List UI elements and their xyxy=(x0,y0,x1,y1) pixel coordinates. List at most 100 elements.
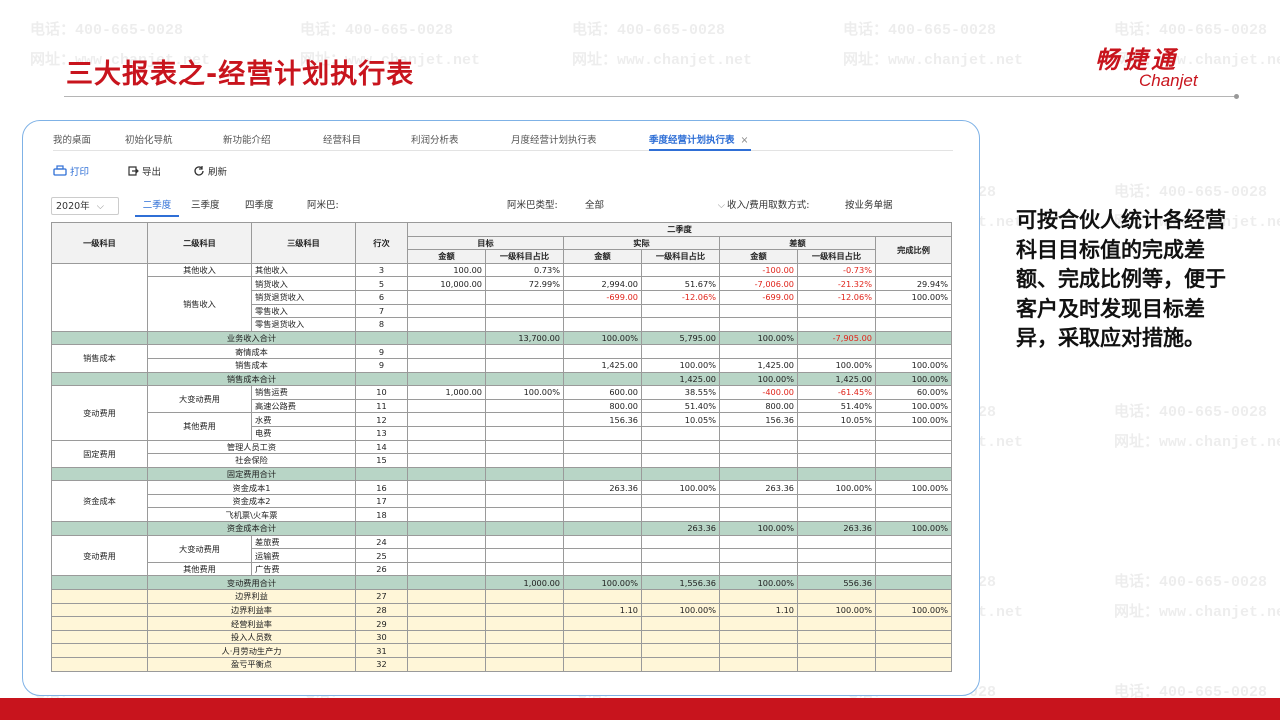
cell-l2: 社会保险 xyxy=(147,453,356,468)
title-divider xyxy=(64,96,1238,97)
cell-diff-amount xyxy=(719,548,798,563)
cell-actual-amount xyxy=(563,507,642,523)
cell-actual-amount xyxy=(563,589,642,604)
cell-l3: 广告费 xyxy=(251,561,356,577)
export-label: 导出 xyxy=(142,167,162,178)
cell-diff-ratio xyxy=(797,507,876,523)
cell-completion xyxy=(874,589,953,604)
cell-target-amount xyxy=(407,357,486,373)
logo-cn-text: 畅捷通 xyxy=(1095,46,1179,74)
screenshot-frame: 我的桌面 初始化导航 新功能介绍 经营科目 利润分析表 月度经营计划执行表 季度… xyxy=(22,120,980,696)
print-button[interactable]: 打印 xyxy=(53,165,89,181)
side-description: 可按合伙人统计各经营科目目标值的完成差额、完成比例等，便于客户及时发现目标差异，… xyxy=(1016,208,1226,350)
cell-diff-amount xyxy=(719,507,798,523)
tab-profit-analysis[interactable]: 利润分析表 xyxy=(411,131,459,151)
table-row: 社会保险 15 xyxy=(52,453,953,468)
tab-close-icon[interactable]: × xyxy=(741,131,749,151)
cell-row-no: 6 xyxy=(355,289,408,305)
year-select[interactable]: 2020年 ⌵ xyxy=(51,197,119,215)
cell-row-no: 31 xyxy=(355,643,408,658)
tab-init-guide[interactable]: 初始化导航 xyxy=(125,131,173,151)
cell-diff-amount xyxy=(719,453,798,468)
table-row: 固定费用 管理人员工资 14 xyxy=(51,439,953,468)
watermark-phone: 电话：400-665-0028 xyxy=(30,22,184,39)
cell-target-ratio xyxy=(563,371,642,387)
cell-actual-ratio: 51.67% xyxy=(641,276,720,291)
cell-target-ratio xyxy=(485,317,564,332)
cell-diff-amount xyxy=(719,643,798,658)
cell-diff-ratio xyxy=(797,344,876,359)
export-button[interactable]: 导出 xyxy=(127,165,161,181)
cell-row-no: 25 xyxy=(355,548,408,563)
quarter-tab-q2[interactable]: 二季度 xyxy=(135,195,179,217)
cell-l1: 变动费用合计 xyxy=(147,575,356,591)
cell-target-amount xyxy=(407,289,486,305)
tab-desktop[interactable]: 我的桌面 xyxy=(53,131,91,151)
slide-title: 三大报表之-经营计划执行表 xyxy=(66,59,415,90)
cell-target-ratio: 100.00% xyxy=(563,330,642,346)
cell-actual-amount xyxy=(563,439,642,455)
cell-target-amount xyxy=(485,371,564,387)
header-actual-ratio: 一级科目占比 xyxy=(641,249,720,264)
cell-diff-amount: 263.36 xyxy=(797,521,876,536)
cell-l1: 销售成本 xyxy=(51,344,148,373)
table-row: 资金成本合计263.36100.00%263.36100.00%100.00% xyxy=(51,521,953,536)
header-l1: 一级科目 xyxy=(51,222,148,264)
cell-actual-amount xyxy=(563,425,642,441)
chevron-down-icon: ⌵ xyxy=(96,201,104,212)
cell-l1: 资金成本合计 xyxy=(147,521,356,536)
tab-business-subjects[interactable]: 经营科目 xyxy=(323,131,361,151)
cell-actual-ratio: 100.00% xyxy=(719,575,798,591)
cell-l2: 销售收入 xyxy=(147,276,252,332)
table-row: 飞机票\火车票 18 xyxy=(52,507,953,523)
tab-monthly-plan[interactable]: 月度经营计划执行表 xyxy=(511,131,597,151)
refresh-button[interactable]: 刷新 xyxy=(193,165,227,181)
quarter-tab-q3[interactable]: 三季度 xyxy=(191,195,220,217)
cell-actual-ratio: 100.00% xyxy=(641,602,720,618)
cell-diff-ratio: 100.00% xyxy=(797,602,876,618)
cell-completion xyxy=(874,439,953,455)
watermark-phone: 电话：400-665-0028 xyxy=(300,22,454,39)
cell-target-amount xyxy=(407,629,486,645)
cell-actual-ratio xyxy=(641,548,720,563)
cell-l2: 其他费用 xyxy=(147,561,252,577)
cell-l2: 资金成本1 xyxy=(147,480,356,495)
cell-target-ratio xyxy=(485,439,564,455)
cell-l1: 资金成本 xyxy=(51,480,148,523)
cell-actual-ratio xyxy=(641,643,720,658)
cell-row-no: 8 xyxy=(355,317,408,332)
cell-target-amount xyxy=(407,412,486,427)
cell-actual-ratio xyxy=(641,657,720,672)
printer-icon xyxy=(53,165,67,176)
cell-target-ratio xyxy=(485,602,564,618)
cell-row-no: 17 xyxy=(355,493,408,509)
cell-diff-amount: -400.00 xyxy=(719,385,798,400)
cell-diff-amount: 1,425.00 xyxy=(797,371,876,387)
cell-row-no: 14 xyxy=(355,439,408,455)
tab-quarterly-plan[interactable]: 季度经营计划执行表 × xyxy=(649,131,751,151)
cell-actual-ratio xyxy=(641,507,720,523)
cell-l3: 销货收入 xyxy=(251,276,356,291)
cell-l1: 固定费用 xyxy=(51,439,148,468)
quarter-tab-q4[interactable]: 四季度 xyxy=(245,195,274,217)
cell-diff-ratio xyxy=(797,493,876,509)
cell-target-ratio xyxy=(485,344,564,359)
cell-diff-ratio xyxy=(797,548,876,563)
cell-blank xyxy=(51,589,148,604)
cell-diff-ratio: -12.06% xyxy=(797,289,876,305)
table-row: 资金成本2 17 xyxy=(52,493,953,509)
cell-actual-amount: 263.36 xyxy=(563,480,642,495)
cell-actual-ratio xyxy=(641,534,720,550)
cell-row-no: 7 xyxy=(355,303,408,319)
cell-actual-ratio: 100.00% xyxy=(641,357,720,373)
cell-completion xyxy=(874,303,953,319)
cell-target-amount xyxy=(407,507,486,523)
table-row: 变动费用合计 1,000.00 100.00% 1,556.36 100.00% 556.… xyxy=(51,575,953,591)
amoeba-type-select[interactable]: 全部 ⌵ xyxy=(585,195,725,217)
tab-new-features[interactable]: 新功能介绍 xyxy=(223,131,271,151)
cell-target-amount xyxy=(407,602,486,618)
cell-l2: 管理人员工资 xyxy=(147,439,356,455)
cell-actual-ratio xyxy=(641,629,720,645)
cell-diff-ratio xyxy=(797,629,876,645)
income-method-value[interactable]: 按业务单据 xyxy=(845,195,893,217)
